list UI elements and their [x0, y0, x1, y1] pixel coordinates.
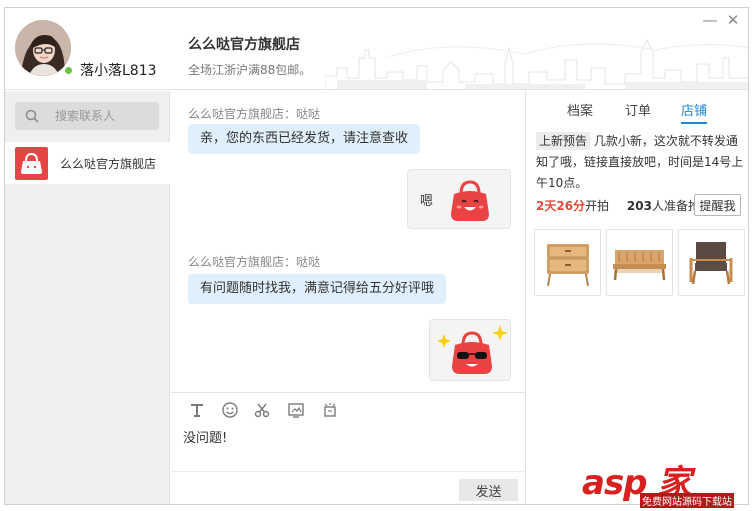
cool-bag-sticker-icon: [437, 325, 508, 374]
watermark-logo: asp 家 免费网站源码下载站: [580, 455, 750, 508]
armchair-image-icon: [689, 242, 733, 285]
countdown-minutes: 26分: [556, 199, 586, 213]
new-arrival-notice: 上新预告 几款小新，这次就不转发通知了哦，链接直接放吧，时间是14号上午10点。: [536, 131, 746, 194]
notice-tag: 上新预告: [536, 132, 591, 150]
shop-info-panel: 档案 订单 店铺 上新预告 几款小新，这次就不转发通知了哦，链接直接放吧，时间是…: [525, 91, 748, 504]
contacts-sidebar: 么么哒官方旗舰店: [5, 91, 170, 504]
waiting-count: 203: [626, 199, 652, 213]
remind-me-button[interactable]: 提醒我: [694, 194, 741, 216]
waiting-suffix: 人准备抢: [651, 199, 700, 213]
message-bubble-me: [429, 319, 511, 381]
shake-icon[interactable]: [321, 401, 339, 419]
message-bubble-me: 嗯: [407, 169, 511, 229]
countdown: 2天26分开拍 203人准备抢: [536, 197, 700, 214]
chat-messages: 么么哒官方旗舰店：哒哒 亲，您的东西已经发货，请注意查收 嗯 么么哒官方旗舰店：…: [171, 91, 525, 391]
message-sender: 么么哒官方旗舰店：哒哒: [188, 255, 321, 269]
shop-subtitle: 全场江浙沪满88包邮。: [188, 63, 312, 77]
product-bench[interactable]: [606, 229, 673, 296]
message-bubble-shop: 有问题随时找我，满意记得给五分好评哦: [188, 274, 447, 304]
image-icon[interactable]: [287, 401, 305, 419]
countdown-days: 2天: [536, 199, 557, 213]
countdown-suffix: 开拍: [585, 199, 610, 213]
username: 落小落L813: [80, 63, 157, 79]
bench-image-icon: [613, 250, 666, 281]
city-skyline-decoration: [325, 38, 748, 89]
search-box[interactable]: [15, 102, 159, 130]
scissors-icon[interactable]: [253, 401, 271, 419]
search-input[interactable]: [55, 106, 155, 126]
header: 落小落L813 么么哒官方旗舰店 全场江浙沪满88包邮。 — ✕: [5, 8, 748, 90]
shop-bag-icon: [15, 147, 48, 180]
watermark-tagline: 免费网站源码下载站: [640, 493, 734, 508]
tab-profile[interactable]: 档案: [567, 100, 593, 119]
send-button[interactable]: 发送: [459, 479, 518, 501]
product-nightstand[interactable]: [534, 229, 601, 296]
chat-window: 落小落L813 么么哒官方旗舰店 全场江浙沪满88包邮。 — ✕ 么么: [4, 7, 749, 505]
tab-orders[interactable]: 订单: [625, 100, 651, 119]
message-input[interactable]: 没问题!: [183, 427, 513, 467]
shop-title: 么么哒官方旗舰店: [188, 37, 300, 53]
contact-name: 么么哒官方旗舰店: [60, 157, 157, 171]
product-armchair[interactable]: [678, 229, 745, 296]
nightstand-image-icon: [547, 244, 589, 287]
search-icon: [25, 109, 39, 123]
message-bubble-shop: 亲，您的东西已经发货，请注意查收: [188, 124, 421, 154]
happy-bag-sticker-icon: [451, 180, 489, 221]
minimize-button[interactable]: —: [702, 12, 718, 28]
compose-area: 没问题! 发送: [171, 392, 525, 504]
tab-shop[interactable]: 店铺: [681, 100, 708, 124]
text-format-icon[interactable]: [188, 401, 206, 419]
online-status-dot: [64, 66, 73, 75]
compose-footer: 发送: [171, 471, 525, 504]
close-button[interactable]: ✕: [725, 12, 741, 28]
user-avatar[interactable]: [15, 20, 71, 76]
message-sender: 么么哒官方旗舰店：哒哒: [188, 107, 321, 121]
emoji-icon[interactable]: [221, 401, 239, 419]
contact-item[interactable]: 么么哒官方旗舰店: [5, 142, 170, 184]
message-text: 嗯: [420, 194, 434, 209]
avatar-portrait-icon: [15, 20, 71, 76]
